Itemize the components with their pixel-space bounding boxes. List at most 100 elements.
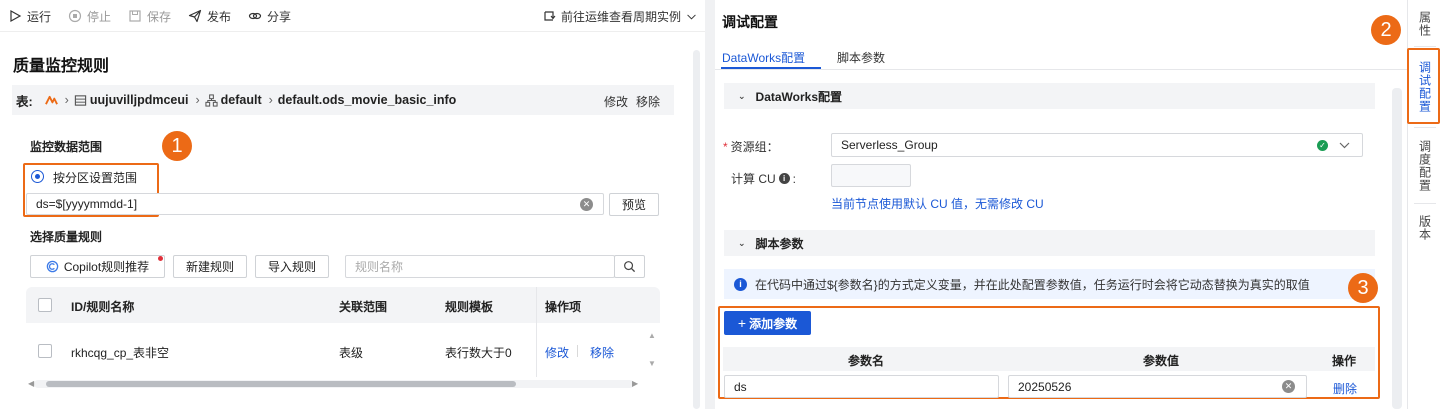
- right-scrollbar[interactable]: [1392, 88, 1402, 409]
- table-breadcrumb: 表: › uujuvilljpdmceui › default › defaul…: [12, 85, 674, 115]
- row-checkbox[interactable]: [38, 344, 52, 358]
- share-button[interactable]: 分享: [248, 8, 291, 24]
- script-params-section-header[interactable]: ⌄ 脚本参数: [724, 230, 1375, 256]
- config-tabs: DataWorks配置 脚本参数: [715, 41, 1407, 70]
- step-badge-1: 1: [162, 131, 192, 161]
- col-param-name: 参数名: [848, 354, 885, 368]
- col-template: 规则模板: [445, 300, 494, 314]
- partition-radio-label: 按分区设置范围: [53, 171, 138, 185]
- run-button[interactable]: 运行: [8, 8, 51, 24]
- scrollbar-thumb[interactable]: [46, 381, 516, 387]
- rule-search-input[interactable]: 规则名称: [345, 255, 615, 278]
- info-icon[interactable]: i: [778, 173, 790, 184]
- plus-icon: +: [737, 315, 747, 331]
- breadcrumb-table: default.ods_movie_basic_info: [277, 93, 457, 107]
- script-params-section-title: 脚本参数: [755, 236, 804, 251]
- publish-button[interactable]: 发布: [188, 8, 231, 24]
- pane-divider[interactable]: [705, 0, 715, 409]
- scroll-right-icon[interactable]: ▶: [632, 379, 638, 388]
- chevron-down-icon: [1339, 142, 1350, 149]
- share-label: 分享: [267, 9, 292, 24]
- rail-item-properties[interactable]: 属性: [1408, 6, 1441, 42]
- resource-group-select[interactable]: Serverless_Group: [831, 133, 1363, 157]
- param-value-value: 20250526: [1018, 379, 1072, 394]
- preview-button[interactable]: 预览: [609, 193, 659, 216]
- chevron-down-icon: ⌄: [738, 90, 746, 101]
- col-actions: 操作项: [545, 300, 582, 314]
- save-button[interactable]: 保存: [128, 8, 171, 24]
- rules-table-header: ID/规则名称 关联范围 规则模板 操作项: [26, 287, 660, 323]
- tab-dataworks-config[interactable]: DataWorks配置: [722, 49, 805, 66]
- new-rule-button[interactable]: 新建规则: [173, 255, 247, 278]
- scroll-down-icon[interactable]: ▼: [648, 359, 656, 368]
- compute-cu-input[interactable]: [831, 164, 911, 187]
- rail-item-schedule-config[interactable]: 调度配置: [1408, 133, 1441, 199]
- schema-icon: [205, 93, 218, 107]
- rail-item-version[interactable]: 版本: [1408, 208, 1441, 248]
- required-mark: *: [723, 139, 728, 154]
- resource-group-label: * 资源组：: [723, 138, 779, 155]
- scroll-up-icon[interactable]: ▲: [648, 331, 656, 340]
- clear-icon[interactable]: ✕: [580, 198, 593, 211]
- partition-input[interactable]: ds=$[yyyymmdd-1]: [26, 193, 604, 215]
- table-horizontal-scrollbar[interactable]: [34, 380, 634, 388]
- run-label: 运行: [27, 9, 52, 24]
- action-divider: [577, 345, 578, 357]
- search-button[interactable]: [614, 255, 645, 278]
- clear-icon[interactable]: ✕: [1282, 380, 1295, 393]
- page-title: 质量监控规则: [13, 58, 110, 75]
- active-tab-indicator: [721, 67, 821, 69]
- resource-group-label-text: 资源组：: [730, 140, 779, 154]
- select-all-checkbox[interactable]: [38, 298, 52, 312]
- breadcrumb-datasource[interactable]: uujuvilljpdmceui: [74, 93, 189, 107]
- scroll-left-icon[interactable]: ◀: [28, 379, 34, 388]
- partition-radio[interactable]: [31, 170, 44, 183]
- tab-script-params[interactable]: 脚本参数: [837, 49, 885, 66]
- stop-label: 停止: [87, 9, 112, 24]
- step-badge-2: 2: [1371, 15, 1401, 45]
- row-edit-link[interactable]: 修改: [545, 344, 569, 361]
- rule-name-cell: rkhcqg_cp_表非空: [71, 346, 170, 360]
- breadcrumb-schema-label: default: [220, 93, 262, 107]
- breadcrumb-schema[interactable]: default: [205, 93, 262, 107]
- dataworks-section-header[interactable]: ⌄ DataWorks配置: [724, 83, 1375, 109]
- param-name-input[interactable]: ds: [724, 375, 999, 398]
- goto-ops-button[interactable]: 前往运维查看周期实例: [542, 8, 697, 24]
- new-indicator-dot: [158, 256, 163, 261]
- goto-ops-label: 前往运维查看周期实例: [561, 9, 682, 24]
- copilot-label: Copilot规则推荐: [63, 260, 150, 274]
- status-ok-icon: ✓: [1317, 140, 1328, 151]
- col-param-action: 操作: [1332, 354, 1357, 368]
- delete-param-link[interactable]: 删除: [1333, 380, 1357, 397]
- rail-divider: [1414, 46, 1436, 47]
- param-value-input[interactable]: 20250526: [1008, 375, 1307, 398]
- chevron-right-icon: ›: [64, 93, 69, 107]
- copilot-button[interactable]: Copilot规则推荐: [30, 255, 165, 278]
- rail-divider: [1414, 203, 1436, 204]
- row-remove-link[interactable]: 移除: [590, 344, 614, 361]
- editor-toolbar: 运行 停止 保存 发布 分享 前往运维查看周期实例: [0, 0, 705, 32]
- breadcrumb-datasource-label: uujuvilljpdmceui: [89, 93, 189, 107]
- save-label: 保存: [147, 9, 172, 24]
- play-icon: [10, 9, 22, 23]
- left-scrollbar[interactable]: [693, 50, 700, 409]
- info-icon: i: [734, 277, 747, 291]
- add-param-button[interactable]: + 添加参数: [724, 311, 811, 335]
- params-info-banner: i 在代码中通过${参数名}的方式定义变量，并在此处配置参数值，任务运行时会将它…: [724, 269, 1375, 299]
- colon: :: [792, 171, 797, 186]
- debug-config-title: 调试配置: [722, 14, 778, 30]
- col-scope: 关联范围: [339, 300, 388, 314]
- params-table-header: 参数名 参数值 操作: [723, 347, 1375, 371]
- link-icon: [248, 12, 262, 20]
- col-param-value: 参数值: [1143, 354, 1180, 368]
- swap-icon: [544, 11, 556, 21]
- breadcrumb-edit-link[interactable]: 修改: [604, 93, 628, 110]
- breadcrumb-remove-link[interactable]: 移除: [636, 93, 660, 110]
- database-icon: [74, 94, 87, 106]
- add-param-label: 添加参数: [749, 316, 798, 331]
- chevron-right-icon: ›: [268, 93, 273, 107]
- import-rule-button[interactable]: 导入规则: [255, 255, 329, 278]
- compute-cu-label-text: 计算 CU: [731, 172, 776, 186]
- cu-hint-text: 当前节点使用默认 CU 值，无需修改 CU: [831, 197, 1044, 211]
- stop-button[interactable]: 停止: [68, 8, 111, 24]
